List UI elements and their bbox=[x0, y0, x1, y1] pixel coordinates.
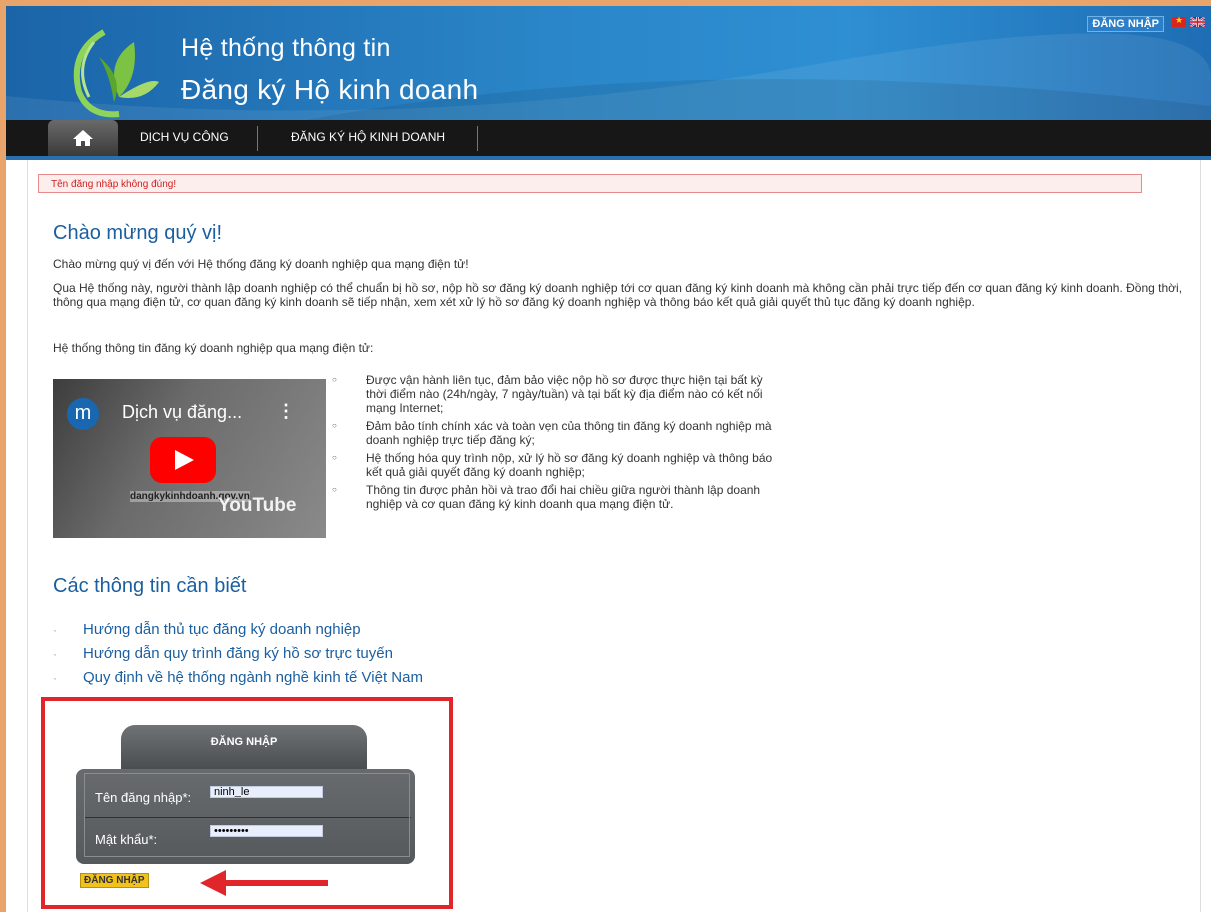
list-item: Hệ thống hóa quy trình nộp, xử lý hồ sơ … bbox=[330, 451, 780, 479]
youtube-logo[interactable]: YouTube bbox=[218, 495, 296, 517]
nav-item-public-services[interactable]: DỊCH VỤ CÔNG bbox=[140, 130, 229, 144]
more-options-icon[interactable]: ⋮ bbox=[277, 401, 295, 422]
channel-avatar: m bbox=[67, 398, 99, 430]
list-item: Đảm bảo tính chính xác và toàn vẹn của t… bbox=[330, 419, 780, 447]
video-thumbnail[interactable]: m Dịch vụ đăng... ⋮ dangkykinhdoanh.gov.… bbox=[53, 379, 326, 538]
home-icon bbox=[73, 130, 93, 146]
top-login-button[interactable]: ĐĂNG NHẬP bbox=[1087, 16, 1164, 32]
site-title-line2: Đăng ký Hộ kinh doanh bbox=[181, 74, 479, 105]
welcome-line2: Qua Hệ thống này, người thành lập doanh … bbox=[53, 281, 1183, 309]
vietnam-flag-icon[interactable]: ★ bbox=[1172, 15, 1186, 27]
username-input[interactable] bbox=[210, 786, 323, 798]
video-title[interactable]: Dịch vụ đăng... bbox=[122, 402, 242, 423]
info-link-industry-regulation[interactable]: Quy định về hệ thống ngành nghề kinh tế … bbox=[53, 666, 423, 690]
welcome-line1: Chào mừng quý vị đến với Hệ thống đăng k… bbox=[53, 257, 469, 271]
error-message: Tên đăng nhập không đúng! bbox=[38, 174, 1142, 193]
list-item: Được vận hành liên tục, đảm bảo việc nộp… bbox=[330, 373, 780, 415]
main-nav: DỊCH VỤ CÔNG ĐĂNG KÝ HỘ KINH DOANH bbox=[6, 120, 1211, 160]
logo-icon bbox=[73, 29, 159, 118]
info-heading: Các thông tin cần biết bbox=[53, 575, 247, 597]
info-link-procedure[interactable]: Hướng dẫn thủ tục đăng ký doanh nghiệp bbox=[53, 618, 423, 642]
nav-item-household-registration[interactable]: ĐĂNG KÝ HỘ KINH DOANH bbox=[291, 130, 445, 144]
username-label: Tên đăng nhập*: bbox=[95, 790, 192, 805]
site-title-line1: Hệ thống thông tin bbox=[181, 34, 391, 62]
home-tab[interactable] bbox=[48, 120, 118, 156]
password-label: Mật khẩu*: bbox=[95, 832, 158, 847]
password-input[interactable]: ••••••••• bbox=[210, 825, 323, 837]
play-button-icon[interactable] bbox=[150, 437, 216, 483]
info-link-online-process[interactable]: Hướng dẫn quy trình đăng ký hồ sơ trực t… bbox=[53, 642, 423, 666]
nav-separator bbox=[257, 126, 258, 151]
uk-flag-icon[interactable] bbox=[1190, 17, 1205, 27]
site-header: Hệ thống thông tin Đăng ký Hộ kinh doanh… bbox=[6, 6, 1211, 120]
red-arrow-icon bbox=[200, 870, 328, 896]
login-button[interactable]: ĐĂNG NHẬP bbox=[80, 873, 149, 888]
list-item: Thông tin được phản hồi và trao đổi hai … bbox=[330, 483, 780, 511]
login-title: ĐĂNG NHẬP bbox=[210, 736, 278, 748]
nav-separator bbox=[477, 126, 478, 151]
welcome-line3: Hệ thống thông tin đăng ký doanh nghiệp … bbox=[53, 341, 374, 355]
welcome-heading: Chào mừng quý vị! bbox=[53, 222, 223, 244]
info-links: Hướng dẫn thủ tục đăng ký doanh nghiệp H… bbox=[53, 618, 423, 690]
features-list: Được vận hành liên tục, đảm bảo việc nộp… bbox=[330, 373, 780, 515]
